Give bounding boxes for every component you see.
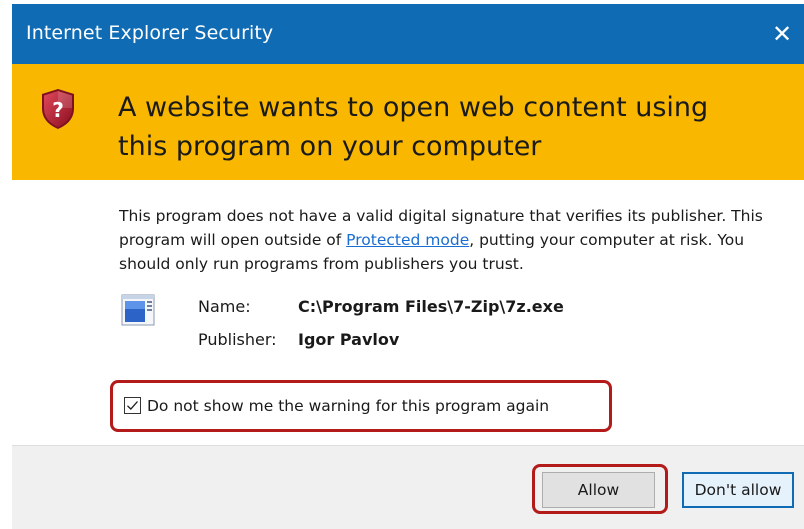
button-footer: Allow Don't allow: [12, 446, 804, 529]
title-bar: Internet Explorer Security ✕: [12, 4, 804, 64]
svg-text:?: ?: [52, 98, 64, 122]
dialog-title: Internet Explorer Security: [26, 22, 274, 44]
dont-show-again-checkbox[interactable]: [124, 397, 141, 414]
program-icon: [121, 294, 155, 326]
checkmark-icon: [127, 401, 138, 410]
close-icon[interactable]: ✕: [760, 4, 804, 64]
name-label: Name:: [198, 297, 251, 316]
security-shield-icon: ?: [42, 89, 74, 129]
warning-banner: ? A website wants to open web content us…: [12, 64, 804, 180]
security-dialog: Internet Explorer Security ✕ ? A website…: [0, 0, 804, 529]
dont-show-again-label[interactable]: Do not show me the warning for this prog…: [147, 397, 549, 415]
publisher-row: Publisher: Igor Pavlov: [198, 330, 399, 349]
warning-checkbox-highlight: Do not show me the warning for this prog…: [110, 380, 612, 432]
name-value: C:\Program Files\7-Zip\7z.exe: [298, 297, 564, 316]
dont-allow-button[interactable]: Don't allow: [682, 472, 794, 508]
description-text: This program does not have a valid digit…: [119, 204, 767, 276]
publisher-value: Igor Pavlov: [298, 330, 400, 349]
protected-mode-link[interactable]: Protected mode: [346, 231, 469, 249]
dialog-body: This program does not have a valid digit…: [12, 180, 804, 445]
headline-text: A website wants to open web content usin…: [118, 92, 709, 162]
program-name-row: Name: C:\Program Files\7-Zip\7z.exe: [198, 297, 564, 316]
publisher-label: Publisher:: [198, 330, 277, 349]
allow-button[interactable]: Allow: [542, 472, 655, 508]
